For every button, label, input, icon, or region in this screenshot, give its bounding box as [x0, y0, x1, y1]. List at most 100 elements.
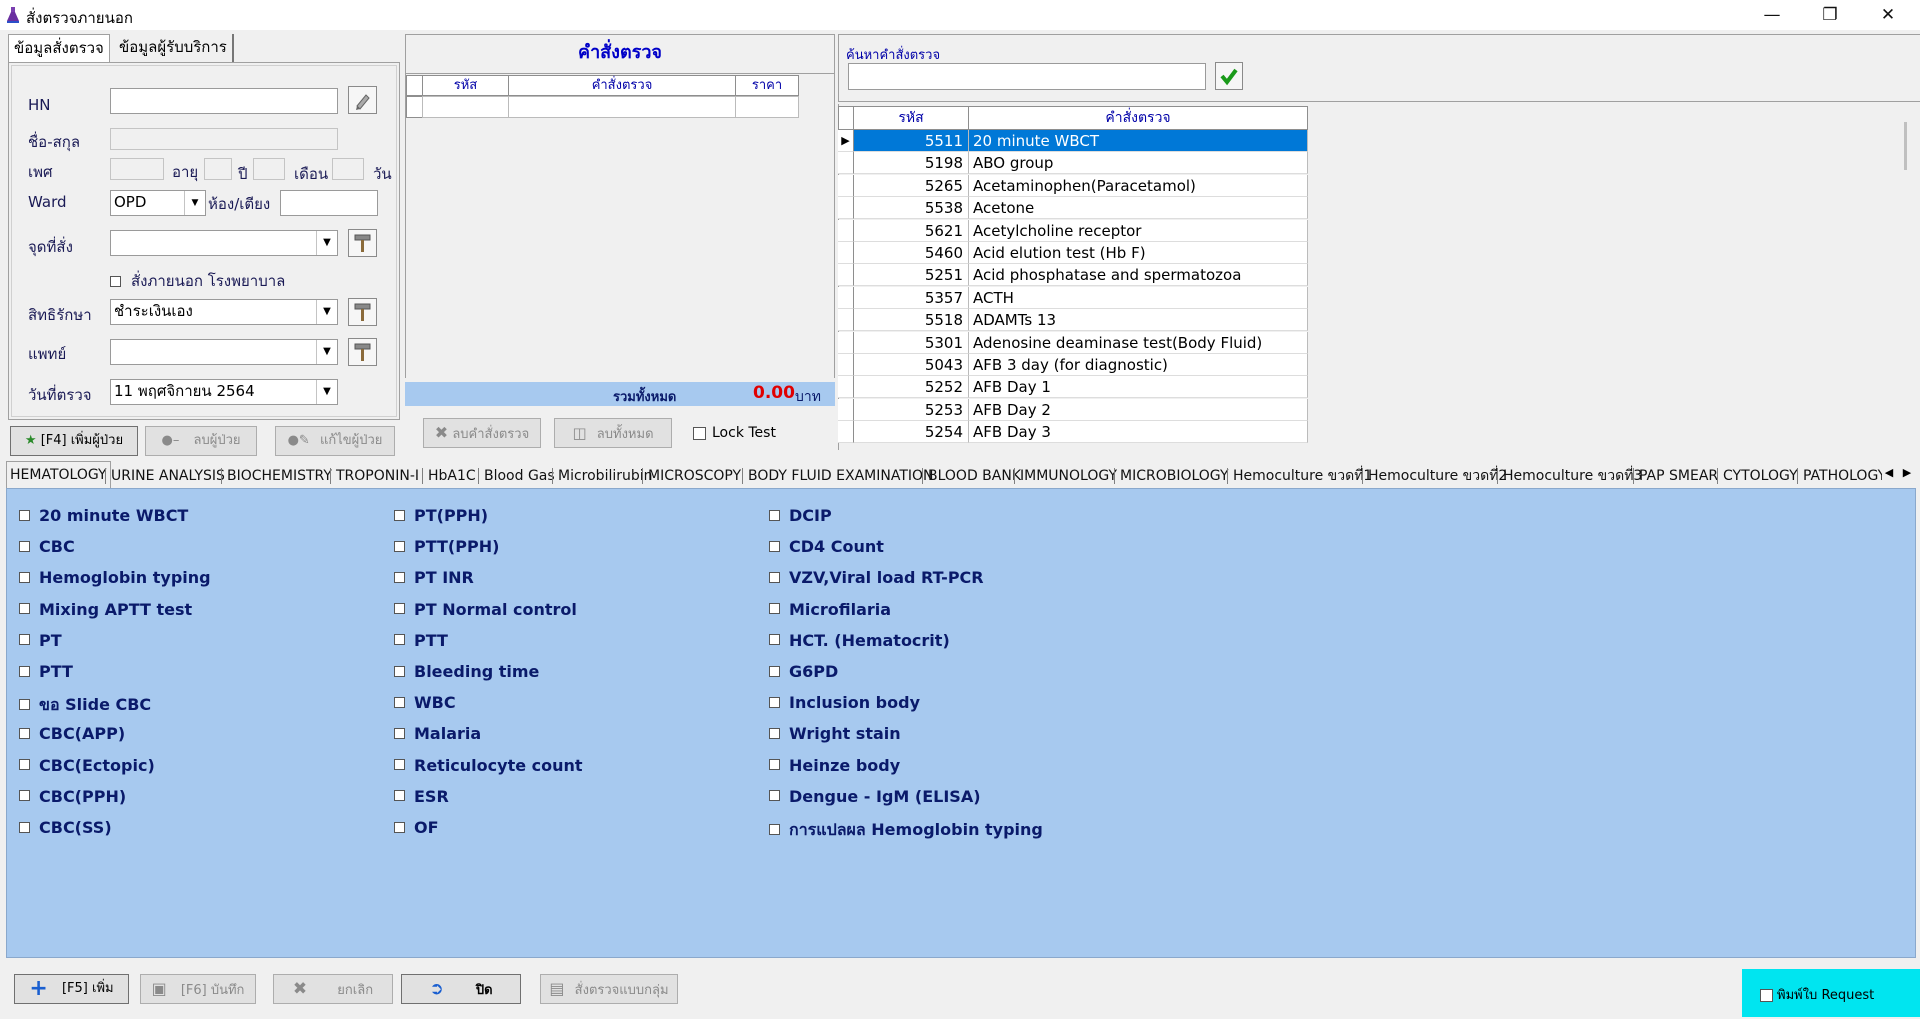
test-checkbox-item[interactable]: HCT. (Hematocrit): [769, 631, 950, 650]
grid-cell-code[interactable]: 5254: [854, 421, 969, 444]
checkbox-icon[interactable]: [19, 665, 30, 677]
category-tab[interactable]: MICROSCOPY: [645, 465, 744, 487]
tab-scroll-buttons[interactable]: ◀ ▶: [1880, 463, 1916, 483]
category-tab[interactable]: Hemoculture ขวดที่1: [1230, 465, 1375, 487]
grid-cell-name[interactable]: AFB Day 1: [969, 376, 1308, 399]
checkbox-icon[interactable]: [394, 665, 405, 677]
rights-select[interactable]: ชำระเงินเอง ▼: [110, 299, 338, 325]
grid-row[interactable]: 5198 ABO group: [838, 152, 1308, 175]
chevron-down-icon[interactable]: ▼: [316, 340, 337, 364]
doctor-select[interactable]: ▼: [110, 339, 338, 365]
category-tab[interactable]: TROPONIN-I: [333, 465, 422, 487]
grid-cell-code[interactable]: 5043: [854, 354, 969, 376]
checkbox-icon[interactable]: [19, 603, 30, 615]
chevron-down-icon[interactable]: ▼: [316, 231, 337, 255]
rights-lookup-button[interactable]: [348, 298, 377, 326]
lock-test-checkbox[interactable]: Lock Test: [693, 425, 776, 441]
close-window-button[interactable]: ✕: [1859, 0, 1917, 30]
orders-col-price[interactable]: ราคา: [735, 75, 799, 96]
external-order-checkbox[interactable]: สั่งภายนอก โรงพยาบาล: [110, 269, 285, 293]
category-tab[interactable]: Hemoculture ขวดที่3: [1500, 465, 1645, 487]
category-tab[interactable]: PAP SMEAR: [1636, 465, 1721, 487]
add-button[interactable]: + [F5] เพิ่ม: [14, 974, 129, 1004]
grid-cell-name[interactable]: AFB Day 3: [969, 421, 1308, 444]
test-checkbox-item[interactable]: CBC(PPH): [19, 787, 126, 806]
grid-cell-code[interactable]: 5518: [854, 309, 969, 332]
category-tab[interactable]: HEMATOLOGY: [6, 461, 111, 488]
order-point-lookup-button[interactable]: [348, 229, 377, 257]
checkbox-icon[interactable]: [394, 571, 405, 583]
test-checkbox-item[interactable]: Malaria: [394, 724, 481, 743]
grid-row[interactable]: 5538 Acetone: [838, 197, 1308, 220]
category-tab[interactable]: Hemoculture ขวดที่2: [1365, 465, 1510, 487]
search-confirm-button[interactable]: [1215, 62, 1243, 90]
tab-patient-info[interactable]: ข้อมูลผู้รับบริการ: [114, 34, 234, 62]
grid-scrollbar[interactable]: [1900, 104, 1918, 450]
grid-cell-code[interactable]: 5253: [854, 398, 969, 421]
checkbox-icon[interactable]: [769, 823, 780, 835]
test-checkbox-item[interactable]: Dengue - IgM (ELISA): [769, 787, 981, 806]
test-checkbox-item[interactable]: CBC(APP): [19, 724, 125, 743]
category-tab[interactable]: CYTOLOGY: [1720, 465, 1801, 487]
test-checkbox-item[interactable]: Wright stain: [769, 724, 901, 743]
test-checkbox-item[interactable]: Reticulocyte count: [394, 756, 583, 775]
search-input[interactable]: [848, 63, 1206, 90]
category-tab[interactable]: IMMUNOLOGY: [1017, 465, 1120, 487]
category-tab[interactable]: MICROBIOLOGY: [1117, 465, 1232, 487]
hn-search-button[interactable]: [348, 86, 377, 114]
test-checkbox-item[interactable]: Hemoglobin typing: [19, 568, 211, 587]
test-checkbox-item[interactable]: CD4 Count: [769, 537, 884, 556]
test-checkbox-item[interactable]: CBC(SS): [19, 818, 112, 837]
grid-cell-name[interactable]: 20 minute WBCT: [969, 130, 1308, 152]
ward-select[interactable]: OPD ▼: [110, 190, 206, 216]
checkbox-icon[interactable]: [19, 759, 30, 771]
print-request-checkbox[interactable]: พิมพ์ใบ Request: [1760, 984, 1874, 1005]
test-checkbox-item[interactable]: PT: [19, 631, 62, 650]
grid-row[interactable]: 5301 Adenosine deaminase test(Body Fluid): [838, 331, 1308, 354]
test-checkbox-item[interactable]: 20 minute WBCT: [19, 506, 188, 525]
checkbox-icon[interactable]: [394, 509, 405, 521]
category-tab[interactable]: PATHOLOGY: [1800, 465, 1882, 487]
test-checkbox-item[interactable]: PT INR: [394, 568, 474, 587]
category-tab[interactable]: HbA1C: [425, 465, 479, 487]
checkbox-icon[interactable]: [19, 727, 30, 739]
category-tab[interactable]: BIOCHEMISTRY: [224, 465, 335, 487]
grid-cell-name[interactable]: ADAMTs 13: [969, 309, 1308, 332]
test-checkbox-item[interactable]: ESR: [394, 787, 449, 806]
test-checkbox-item[interactable]: PTT(PPH): [394, 537, 499, 556]
checkbox-icon[interactable]: [394, 821, 405, 833]
checkbox-icon[interactable]: [394, 727, 405, 739]
checkbox-icon[interactable]: [769, 696, 780, 708]
grid-cell-name[interactable]: Acid elution test (Hb F): [969, 242, 1308, 264]
checkbox-icon[interactable]: [769, 634, 780, 646]
checkbox-icon[interactable]: [19, 821, 30, 833]
test-checkbox-item[interactable]: PT Normal control: [394, 600, 577, 619]
checkbox-icon[interactable]: [19, 790, 30, 802]
test-checkbox-item[interactable]: Microfilaria: [769, 600, 891, 619]
category-tab[interactable]: URINE ANALYSIS: [108, 465, 228, 487]
checkbox-icon[interactable]: [769, 790, 780, 802]
test-checkbox-item[interactable]: OF: [394, 818, 439, 837]
orders-col-name[interactable]: คำสั่งตรวจ: [508, 75, 736, 96]
checkbox-icon[interactable]: [769, 665, 780, 677]
grid-cell-name[interactable]: Adenosine deaminase test(Body Fluid): [969, 331, 1308, 354]
restore-button[interactable]: ❐: [1801, 0, 1859, 30]
checkbox-icon[interactable]: [769, 509, 780, 521]
grid-cell-name[interactable]: Acid phosphatase and spermatozoa: [969, 264, 1308, 287]
checkbox-icon[interactable]: [394, 696, 405, 708]
checkbox-icon[interactable]: [394, 759, 405, 771]
chevron-down-icon[interactable]: ▼: [184, 191, 205, 215]
order-point-select[interactable]: ▼: [110, 230, 338, 256]
grid-cell-name[interactable]: AFB 3 day (for diagnostic): [969, 354, 1308, 376]
grid-row[interactable]: 5253 AFB Day 2: [838, 398, 1308, 421]
grid-cell-name[interactable]: Acetone: [969, 197, 1308, 220]
test-checkbox-item[interactable]: PT(PPH): [394, 506, 488, 525]
grid-cell-code[interactable]: 5460: [854, 242, 969, 264]
grid-cell-code[interactable]: 5265: [854, 174, 969, 197]
checkbox-icon[interactable]: [693, 426, 706, 440]
orders-empty-cell[interactable]: [735, 96, 799, 118]
grid-cell-name[interactable]: ACTH: [969, 286, 1308, 309]
grid-cell-code[interactable]: 5357: [854, 286, 969, 309]
test-checkbox-item[interactable]: Mixing APTT test: [19, 600, 192, 619]
date-picker[interactable]: 11 พฤศจิกายน 2564 ▼: [110, 379, 338, 405]
